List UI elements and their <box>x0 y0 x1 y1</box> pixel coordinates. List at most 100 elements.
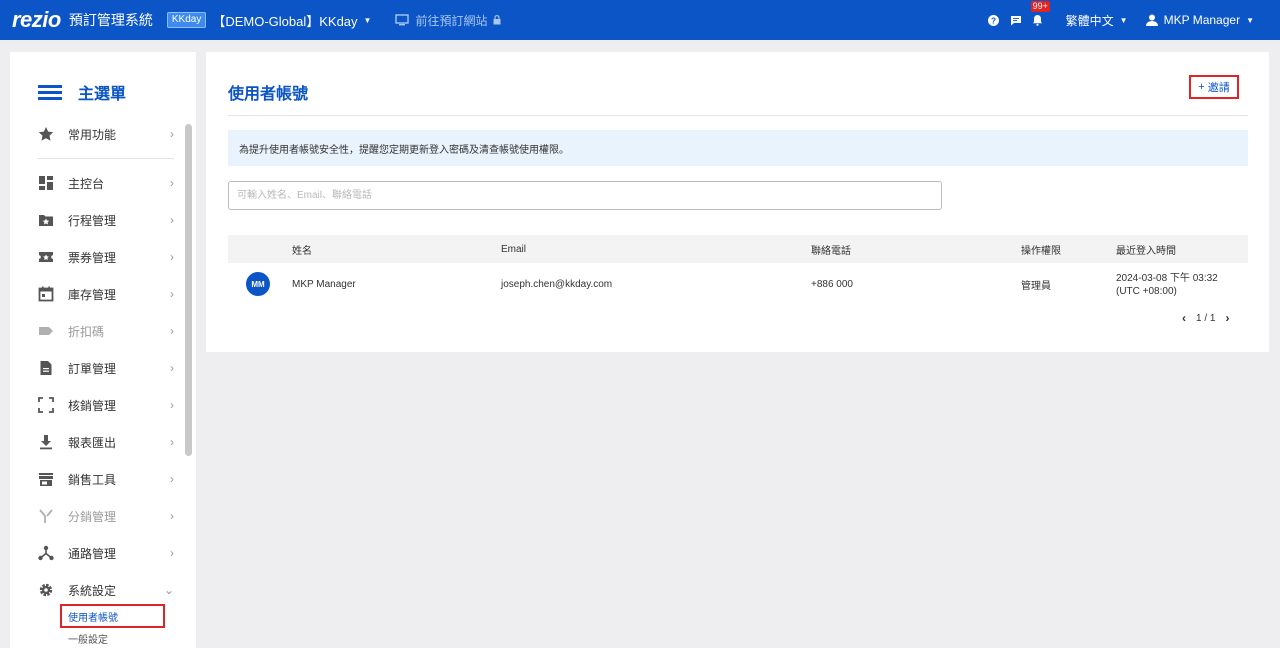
info-text: 為提升使用者帳號安全性，提醒您定期更新登入密碼及清查帳號使用權限。 <box>239 144 569 156</box>
help-icon[interactable]: ? <box>986 12 1002 28</box>
sidebar-item-inventory[interactable]: 庫存管理 › <box>38 280 174 308</box>
goto-site-label: 前往預訂網站 <box>415 13 488 28</box>
split-icon <box>38 508 54 524</box>
column-header-role[interactable]: 操作權限 <box>1021 235 1061 263</box>
column-header-last-login[interactable]: 最近登入時間 <box>1116 235 1176 263</box>
gear-icon <box>38 582 54 598</box>
invite-button[interactable]: + 邀請 <box>1189 75 1239 99</box>
chevron-right-icon: › <box>170 509 174 523</box>
user-name: MKP Manager <box>1163 13 1241 27</box>
sidebar-item-tours[interactable]: 行程管理 › <box>38 206 174 234</box>
calendar-icon <box>38 286 54 302</box>
page-title: 使用者帳號 <box>228 86 309 103</box>
chevron-down-icon: ⌄ <box>163 583 174 597</box>
sidebar-item-label: 核銷管理 <box>68 398 117 413</box>
chevron-right-icon: › <box>170 435 174 449</box>
sidebar-item-dashboard[interactable]: 主控台 › <box>38 169 174 197</box>
system-title: 預訂管理系統 <box>68 12 153 28</box>
sidebar-item-label: 票券管理 <box>68 250 117 265</box>
avatar: MM <box>246 272 270 296</box>
main-menu-header[interactable]: 主選單 <box>38 80 126 104</box>
rezio-logo[interactable]: rezio <box>12 7 61 33</box>
sidebar-item-distribution[interactable]: 分銷管理 › <box>38 502 174 530</box>
chevron-right-icon: › <box>170 287 174 301</box>
sidebar-item-label: 銷售工具 <box>68 472 117 487</box>
caret-down-icon: ▼ <box>1119 15 1128 25</box>
svg-text:?: ? <box>991 16 996 25</box>
sidebar-divider <box>38 158 174 159</box>
dashboard-icon <box>38 175 54 191</box>
column-header-phone[interactable]: 聯絡電話 <box>811 235 851 263</box>
sidebar-item-redemption[interactable]: 核銷管理 › <box>38 391 174 419</box>
user-icon <box>1145 14 1158 26</box>
sidebar-subitem-general-settings[interactable]: 一般設定 <box>68 631 108 646</box>
table-row[interactable]: MM MKP Manager joseph.chen@kkday.com +88… <box>228 263 1248 305</box>
sidebar-item-label: 常用功能 <box>68 127 117 142</box>
goto-site-link[interactable]: 前往預訂網站 <box>395 12 501 29</box>
chevron-right-icon: › <box>170 361 174 375</box>
star-icon <box>38 126 54 142</box>
sidebar-item-label: 分銷管理 <box>68 509 117 524</box>
sidebar-item-report-export[interactable]: 報表匯出 › <box>38 428 174 456</box>
sidebar-item-orders[interactable]: 訂單管理 › <box>38 354 174 382</box>
caret-down-icon: ▼ <box>1246 15 1254 25</box>
chat-icon[interactable] <box>1008 12 1024 28</box>
sidebar-item-label: 報表匯出 <box>68 435 117 450</box>
hamburger-icon[interactable] <box>38 82 62 103</box>
user-name-cell: MKP Manager <box>292 278 356 290</box>
sidebar-item-label: 訂單管理 <box>68 361 117 376</box>
lock-icon <box>493 15 501 25</box>
chevron-right-icon: › <box>170 472 174 486</box>
sidebar-item-label: 通路管理 <box>68 546 117 561</box>
last-login-date: 2024-03-08 下午 03:32 <box>1116 273 1218 284</box>
sidebar-item-discount-codes[interactable]: 折扣碼 › <box>38 317 174 345</box>
bell-icon[interactable]: 99+ <box>1030 1 1050 28</box>
plus-icon: + <box>1198 81 1205 93</box>
chevron-right-icon[interactable]: › <box>1225 311 1229 325</box>
sidebar-item-label: 庫存管理 <box>68 287 117 302</box>
main-card: 使用者帳號 + 邀請 為提升使用者帳號安全性，提醒您定期更新登入密碼及清查帳號使… <box>206 52 1269 352</box>
sidebar-item-label: 系統設定 <box>68 583 117 598</box>
notification-badge: 99+ <box>1030 1 1050 12</box>
chevron-right-icon: › <box>170 250 174 264</box>
security-info-banner: 為提升使用者帳號安全性，提醒您定期更新登入密碼及清查帳號使用權限。 <box>228 130 1248 166</box>
sidebar-item-sales-tools[interactable]: 銷售工具 › <box>38 465 174 493</box>
chevron-left-icon[interactable]: ‹ <box>1182 311 1186 325</box>
sidebar-item-favorites[interactable]: 常用功能 › <box>38 120 174 148</box>
user-role-cell: 管理員 <box>1021 280 1051 292</box>
chevron-right-icon: › <box>170 213 174 227</box>
sidebar-item-label: 主控台 <box>68 176 105 191</box>
sidebar: 主選單 常用功能 › 主控台 › 行程管理 › 票券管理 › 庫存管理 › 折扣… <box>10 52 196 648</box>
column-header-name[interactable]: 姓名 <box>292 235 312 263</box>
invite-button-label: 邀請 <box>1207 82 1230 94</box>
column-header-email[interactable]: Email <box>501 235 526 263</box>
chevron-right-icon: › <box>170 324 174 338</box>
sidebar-item-label: 行程管理 <box>68 213 117 228</box>
account-selector[interactable]: 【DEMO-Global】KKday ▼ <box>212 11 371 30</box>
sidebar-item-system-settings[interactable]: 系統設定 ⌄ <box>38 576 174 604</box>
user-email-cell: joseph.chen@kkday.com <box>501 278 613 290</box>
chevron-right-icon: › <box>170 546 174 560</box>
language-label: 繁體中文 <box>1065 13 1114 28</box>
title-divider <box>228 115 1248 116</box>
ticket-icon <box>38 249 54 265</box>
network-icon <box>38 545 54 561</box>
sidebar-item-tickets[interactable]: 票券管理 › <box>38 243 174 271</box>
top-bar: rezio 預訂管理系統 KKday 【DEMO-Global】KKday ▼ … <box>0 0 1280 40</box>
sidebar-scrollbar[interactable] <box>185 124 192 456</box>
user-menu[interactable]: MKP Manager ▼ <box>1145 13 1254 27</box>
last-login-timezone: (UTC +08:00) <box>1116 286 1177 297</box>
language-selector[interactable]: 繁體中文 ▼ <box>1066 12 1128 29</box>
scan-icon <box>38 397 54 413</box>
search-input[interactable] <box>228 181 942 210</box>
tag-icon <box>38 323 54 339</box>
caret-down-icon: ▼ <box>363 15 372 25</box>
sidebar-item-label: 折扣碼 <box>68 324 105 339</box>
chevron-right-icon: › <box>170 398 174 412</box>
sidebar-item-channels[interactable]: 通路管理 › <box>38 539 174 567</box>
last-login-cell: 2024-03-08 下午 03:32 (UTC +08:00) <box>1116 272 1218 298</box>
pagination: ‹ 1 / 1 › <box>1182 311 1229 325</box>
highlight-box <box>60 604 165 628</box>
download-icon <box>38 434 54 450</box>
table-header: 姓名 Email 聯絡電話 操作權限 最近登入時間 <box>228 235 1248 263</box>
